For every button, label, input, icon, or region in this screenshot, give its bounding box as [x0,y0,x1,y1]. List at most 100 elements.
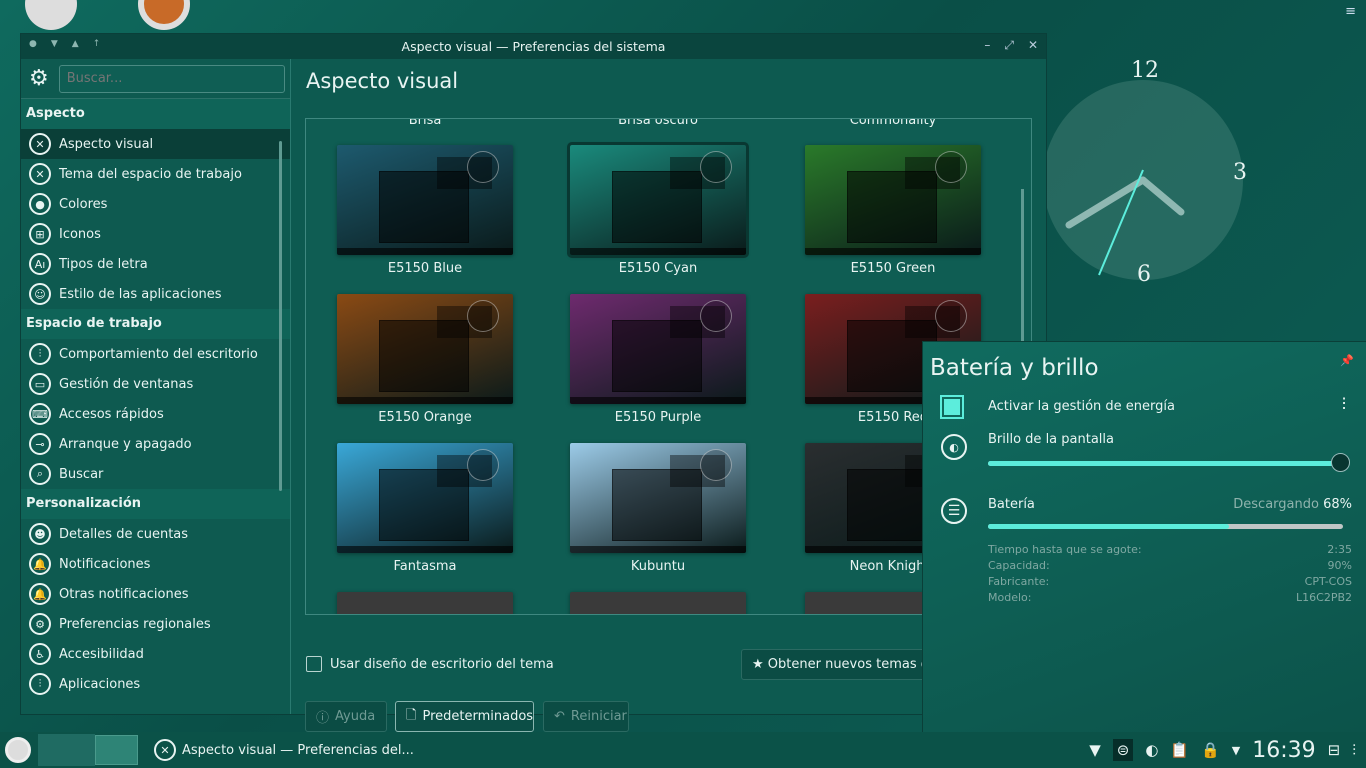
battery-state: Descargando [1233,497,1319,512]
theme-thumbnail[interactable] [570,443,746,553]
theme-name: E5150 Cyan [618,261,698,276]
sidebar-item-label: Accesibilidad [59,646,144,662]
sidebar-item[interactable]: ⌕ Buscar [21,459,290,489]
theme-thumbnail[interactable] [805,145,981,255]
sidebar-item[interactable]: ⊸ Arranque y apagado [21,429,290,459]
detail-value: 2:35 [1327,543,1352,556]
power-management-checkbox[interactable] [940,395,964,419]
sidebar: ⚙ Aspecto ✕ Aspecto visual ✕ Tema del espaci… [21,59,291,714]
sidebar-item-icon: 🔔 [29,583,51,605]
sidebar-item[interactable]: ☺ Estilo de las aplicaciones [21,279,290,309]
settings-sliders-icon[interactable]: ⫶ [1342,395,1346,415]
desktop-icon[interactable] [138,0,190,30]
sidebar-item[interactable]: ♿ Accesibilidad [21,639,290,669]
pin-icon[interactable]: ↑ [93,39,101,49]
sidebar-item[interactable]: ☻ Detalles de cuentas [21,519,290,549]
sidebar-item-icon: ☻ [29,523,51,545]
sidebar-item[interactable]: Aı Tipos de letra [21,249,290,279]
network-icon[interactable]: ▼ [1089,741,1101,759]
theme-thumbnail[interactable] [570,592,746,614]
brightness-slider-handle[interactable] [1331,453,1350,472]
detail-key: Fabricante: [988,575,1050,588]
sidebar-item[interactable]: ⌨ Accesos rápidos [21,399,290,429]
desktop-menu-icon[interactable]: ≡ [1345,4,1356,19]
sidebar-item-label: Aspecto visual [59,136,154,152]
sidebar-item-icon: ⊸ [29,433,51,455]
sidebar-item[interactable]: ▭ Gestión de ventanas [21,369,290,399]
sidebar-item[interactable]: ● Colores [21,189,290,219]
night-color-icon[interactable]: ◐ [1145,741,1158,759]
show-desktop-icon[interactable]: ⊟ [1328,741,1341,759]
help-icon: ⓘ [316,711,330,726]
battery-detail-row: Modelo: L16C2PB2 [988,591,1352,604]
sidebar-item[interactable]: ⚙ Preferencias regionales [21,609,290,639]
detail-key: Tiempo hasta que se agote: [988,543,1142,556]
detail-key: Modelo: [988,591,1032,604]
clipboard-icon[interactable]: 📋 [1170,741,1189,759]
desktop-icon[interactable] [25,0,77,30]
sidebar-item[interactable]: 🔔 Notificaciones [21,549,290,579]
minimize-button[interactable]: – [984,38,990,53]
sidebar-item[interactable]: ⫶ Aplicaciones [21,669,290,699]
sidebar-scrollbar[interactable] [279,141,282,491]
brightness-slider[interactable] [988,461,1343,466]
theme-thumbnail[interactable] [337,145,513,255]
theme-name: E5150 Purple [614,410,702,425]
sidebar-item-label: Estilo de las aplicaciones [59,286,222,302]
use-theme-layout-checkbox[interactable]: Usar diseño de escritorio del tema [306,656,554,672]
sidebar-item-icon: ✕ [29,163,51,185]
sidebar-item[interactable]: ✕ Tema del espacio de trabajo [21,159,290,189]
gear-icon[interactable]: ⚙ [29,66,49,91]
theme-name: E5150 Green [850,261,936,276]
theme-thumbnail[interactable] [570,294,746,404]
task-item[interactable]: ✕ Aspecto visual — Preferencias del... [148,732,420,768]
sidebar-item[interactable]: ⊞ Iconos [21,219,290,249]
menu-dot-icon[interactable]: ● [29,39,37,49]
sidebar-item-icon: ⫶ [29,343,51,365]
sidebar-item-label: Iconos [59,226,101,242]
sidebar-item-label: Aplicaciones [59,676,141,692]
battery-detail-row: Fabricante: CPT-COS [988,575,1352,588]
tray-expand-icon[interactable]: ▼ [1232,744,1240,757]
defaults-button[interactable]: 🗋 Predeterminados [395,701,534,732]
theme-label: Commonality [849,118,937,128]
maximize-button[interactable]: ⤢ [1004,38,1014,53]
battery-label: Batería [988,497,1035,512]
detail-value: CPT-COS [1304,575,1352,588]
sidebar-item-icon: ⌨ [29,403,51,425]
theme-name: Kubuntu [630,559,686,574]
theme-thumbnail[interactable] [337,443,513,553]
sidebar-item[interactable]: ✕ Aspecto visual [21,129,290,159]
battery-icon: ☰ [941,498,967,524]
search-input[interactable] [58,64,285,93]
help-button[interactable]: ⓘ Ayuda [305,701,387,732]
sidebar-item-icon: ⫶ [29,673,51,695]
panel-settings-icon[interactable]: ⫶ [1352,741,1356,759]
sidebar-item-label: Tipos de letra [59,256,148,272]
lock-icon[interactable]: 🔒 [1201,741,1220,759]
chevron-down-icon[interactable]: ▼ [51,39,58,49]
theme-thumbnail[interactable] [337,294,513,404]
battery-tray-icon[interactable]: ⊜ [1112,739,1134,761]
virtual-desktop-2[interactable] [95,735,138,765]
reset-button[interactable]: ↶ Reiniciar [543,701,629,732]
task-label: Aspecto visual — Preferencias del... [182,742,414,758]
app-launcher-button[interactable] [5,737,31,763]
checkbox[interactable] [306,656,322,672]
theme-thumbnail[interactable] [337,592,513,614]
brightness-label: Brillo de la pantalla [988,432,1114,447]
help-label: Ayuda [335,709,376,724]
close-button[interactable]: ✕ [1028,38,1038,53]
brightness-icon: ◐ [941,434,967,460]
sidebar-item[interactable]: 🔔 Otras notificaciones [21,579,290,609]
power-management-label: Activar la gestión de energía [988,399,1175,414]
virtual-desktop-1[interactable] [38,734,95,766]
sidebar-item-icon: ● [29,193,51,215]
battery-brightness-popup: Batería y brillo 📌 Activar la gestión de… [922,341,1366,732]
sidebar-item[interactable]: ⫶ Comportamiento del escritorio [21,339,290,369]
clock-time[interactable]: 16:39 [1252,738,1315,763]
sidebar-item-icon: Aı [29,253,51,275]
chevron-up-icon[interactable]: ▲ [72,39,79,49]
pin-icon[interactable]: 📌 [1340,354,1354,367]
theme-thumbnail[interactable] [567,142,749,258]
